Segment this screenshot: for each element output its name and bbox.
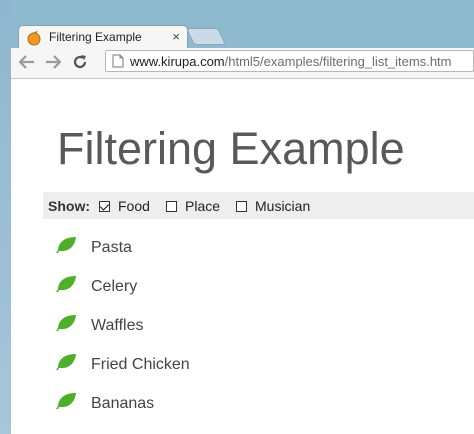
leaf-icon <box>55 392 77 415</box>
back-arrow-icon[interactable] <box>17 52 37 72</box>
filter-bar: Show: Food Place Musician <box>43 192 474 219</box>
browser-toolbar: www.kirupa.com/html5/examples/filtering_… <box>11 48 474 79</box>
page-content: Filtering Example Show: Food Place Music… <box>11 79 474 434</box>
url-path: /html5/examples/filtering_list_items.htm <box>224 54 452 69</box>
list-item-label: Fried Chicken <box>91 355 190 373</box>
list-item: Waffles <box>55 314 143 337</box>
window-frame-left <box>0 0 11 434</box>
musician-checkbox[interactable] <box>236 200 247 212</box>
filter-label: Show: <box>48 198 90 214</box>
list-item-label: Celery <box>91 277 138 295</box>
list-item: Pasta <box>55 236 132 259</box>
address-bar[interactable]: www.kirupa.com/html5/examples/filtering_… <box>105 50 474 72</box>
filter-place[interactable]: Place <box>166 198 220 214</box>
reload-icon[interactable] <box>70 52 90 72</box>
browser-tab[interactable]: Filtering Example × <box>18 25 188 49</box>
filter-place-label: Place <box>185 198 221 214</box>
filter-food-label: Food <box>118 198 150 214</box>
list-item-label: Pasta <box>91 238 132 256</box>
page-icon <box>112 54 124 73</box>
leaf-icon <box>55 353 77 376</box>
list-item: Fried Chicken <box>55 353 190 376</box>
list-item: Celery <box>55 275 137 298</box>
tab-close-icon[interactable]: × <box>172 29 180 44</box>
list-item: Bananas <box>55 392 154 415</box>
list-item-label: Bananas <box>91 394 155 412</box>
url-host: www.kirupa.com <box>130 54 225 69</box>
leaf-icon <box>55 236 77 259</box>
leaf-icon <box>55 314 77 337</box>
food-checkbox[interactable] <box>99 200 110 212</box>
place-checkbox[interactable] <box>166 200 177 212</box>
leaf-icon <box>55 275 77 298</box>
list-item-label: Waffles <box>91 316 144 334</box>
forward-arrow-icon[interactable] <box>43 52 63 72</box>
filter-musician[interactable]: Musician <box>236 198 310 214</box>
filter-food[interactable]: Food <box>99 198 150 214</box>
filter-musician-label: Musician <box>255 198 311 214</box>
tab-title: Filtering Example <box>49 30 142 44</box>
url-text: www.kirupa.com/html5/examples/filtering_… <box>130 54 452 69</box>
page-title: Filtering Example <box>57 123 405 174</box>
